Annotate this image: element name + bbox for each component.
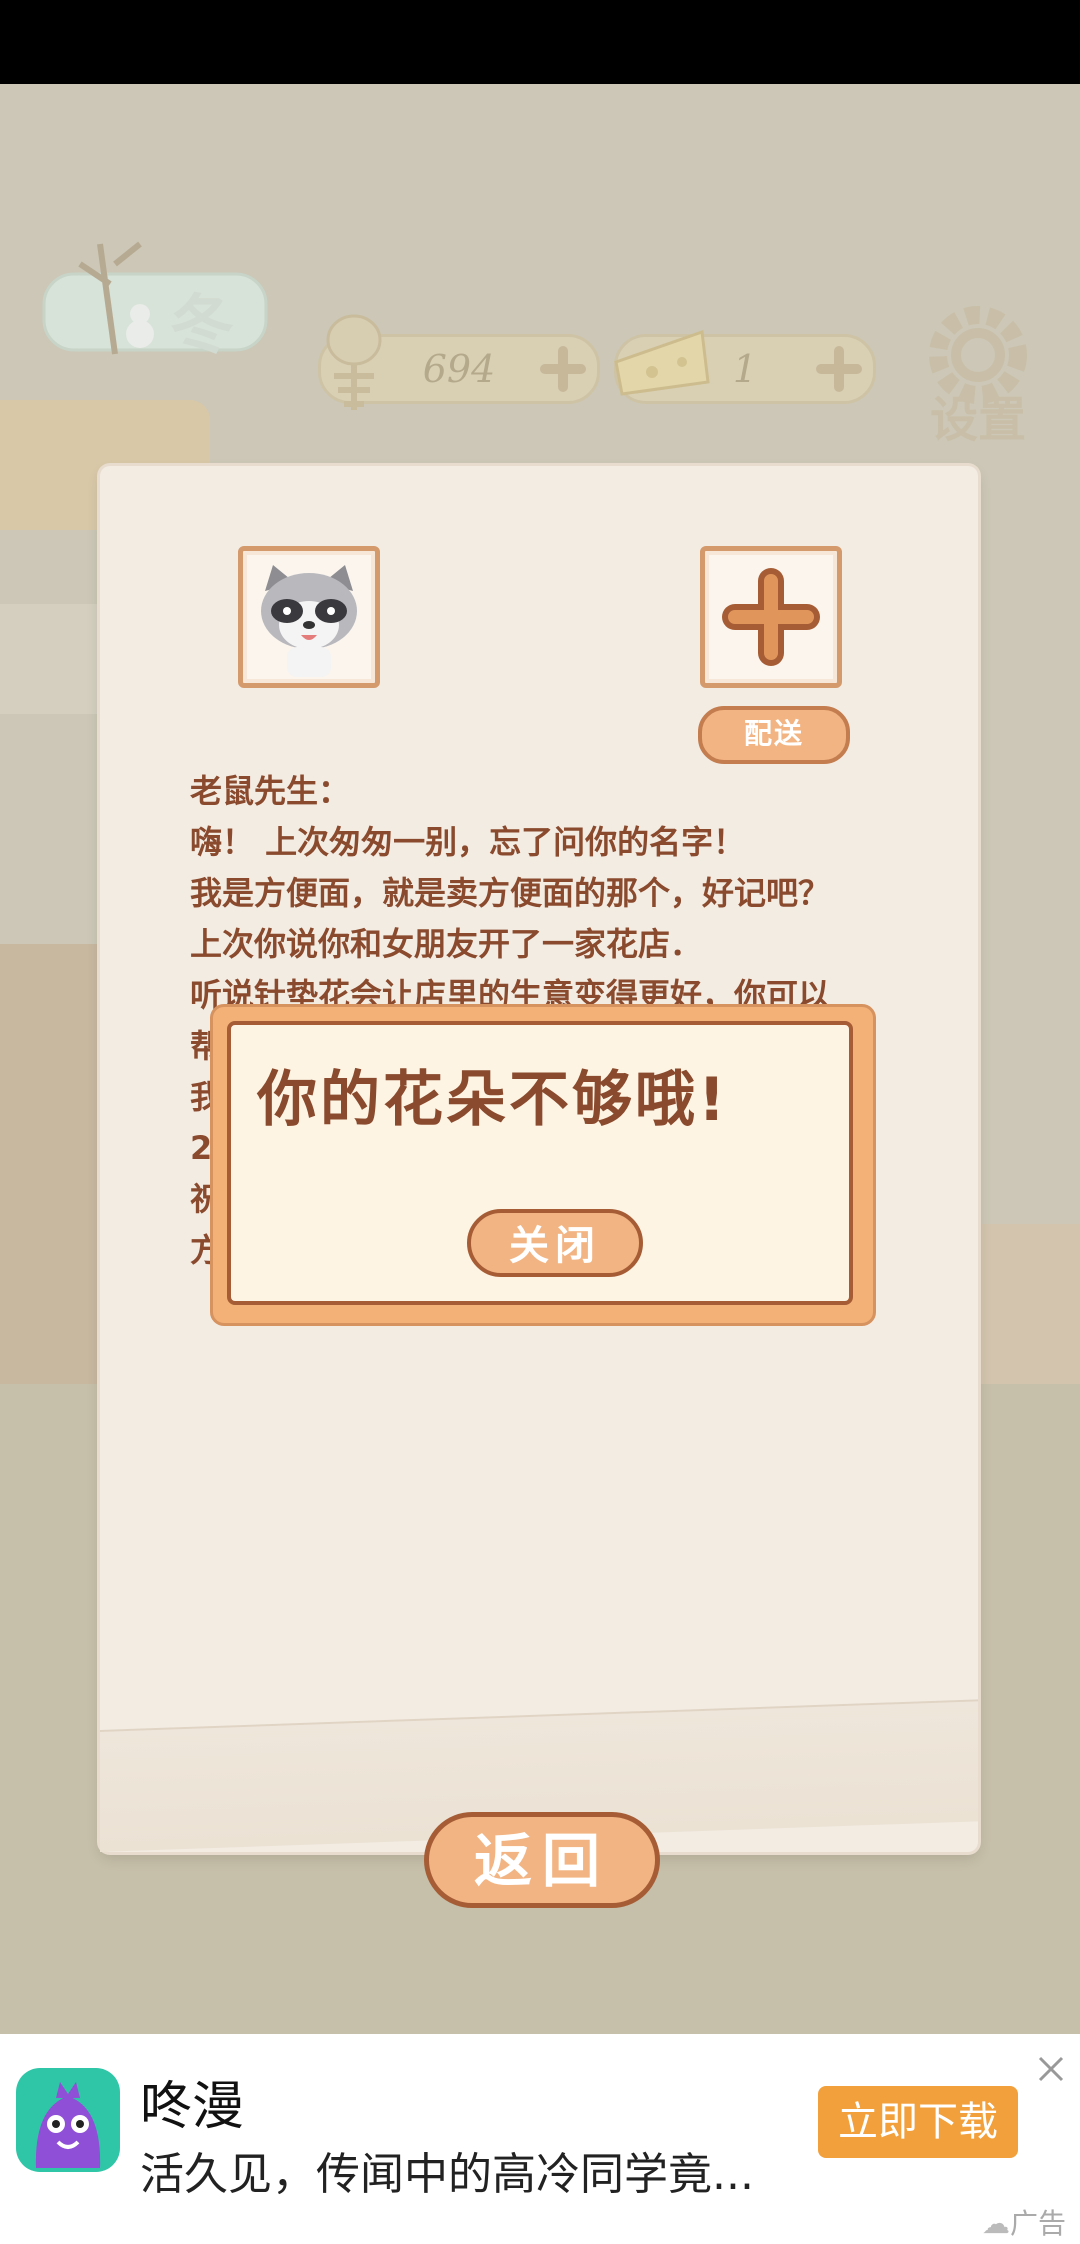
season-badge: 冬 (40, 204, 270, 404)
cheese-icon (614, 329, 710, 396)
close-icon[interactable] (1036, 2054, 1066, 2084)
ad-banner[interactable]: 咚漫 活久见，传闻中的高冷同学竟... 立即下载 ☁广告 (0, 2034, 1080, 2244)
back-button[interactable]: 返回 (424, 1812, 660, 1908)
download-button[interactable]: 立即下载 (818, 2086, 1018, 2158)
cloud-icon: ☁ (982, 2207, 1010, 2240)
fish-bone-icon (326, 314, 382, 410)
status-bar (0, 0, 1080, 84)
plus-icon (722, 568, 820, 666)
add-item-slot[interactable] (700, 546, 842, 688)
deliver-button[interactable]: 配送 (698, 706, 850, 764)
close-button[interactable]: 关闭 (467, 1209, 643, 1277)
raccoon-icon (261, 565, 357, 677)
letter-line: 我是方便面，就是卖方便面的那个，好记吧？ (190, 874, 831, 912)
ad-tag: ☁广告 (982, 2202, 1066, 2242)
ad-app-icon[interactable] (16, 2068, 120, 2172)
dialog-body: 你的花朵不够哦! 关闭 (227, 1021, 853, 1305)
gift-icon[interactable] (820, 1696, 910, 1786)
add-cheese-icon[interactable] (815, 345, 863, 393)
add-fish-icon[interactable] (539, 345, 587, 393)
settings-button[interactable]: 设置 (918, 300, 1038, 450)
dialog-message: 你的花朵不够哦! (257, 1065, 729, 1135)
ad-title: 咚漫 (140, 2077, 245, 2137)
insufficient-flowers-dialog: 你的花朵不够哦! 关闭 (210, 1004, 876, 1326)
letter-line: 老鼠先生： (190, 772, 351, 810)
ad-description: 活久见，传闻中的高冷同学竟... (140, 2149, 754, 2200)
letter-line: 上次你说你和女朋友开了一家花店． (190, 925, 703, 963)
ad-tag-text: 广告 (1010, 2207, 1067, 2240)
letter-line: 嗨！ 上次匆匆一别，忘了问你的名字！ (190, 823, 746, 861)
season-label: 冬 (170, 289, 234, 363)
settings-label: 设置 (929, 392, 1026, 448)
raccoon-avatar (238, 546, 380, 688)
